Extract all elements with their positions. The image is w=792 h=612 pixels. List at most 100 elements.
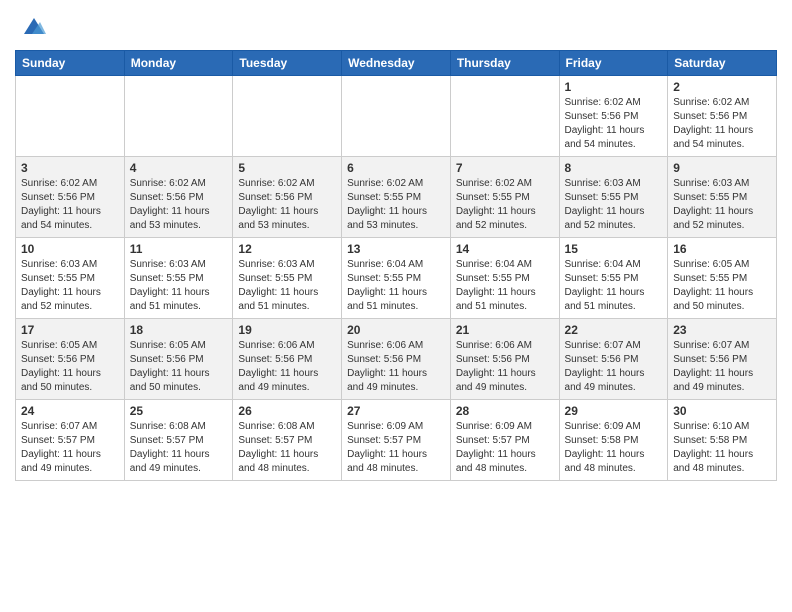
day-info: Sunrise: 6:07 AMSunset: 5:57 PMDaylight:… (21, 420, 119, 476)
day-number: 11 (130, 242, 228, 256)
calendar-cell: 13 Sunrise: 6:04 AMSunset: 5:55 PMDayligh… (342, 238, 451, 319)
day-number: 12 (238, 242, 336, 256)
calendar-cell (233, 76, 342, 157)
logo-icon (18, 14, 46, 42)
day-info: Sunrise: 6:02 AMSunset: 5:55 PMDaylight:… (347, 177, 445, 233)
day-info: Sunrise: 6:02 AMSunset: 5:56 PMDaylight:… (565, 96, 663, 152)
calendar-header-row: SundayMondayTuesdayWednesdayThursdayFrid… (16, 51, 777, 76)
day-info: Sunrise: 6:03 AMSunset: 5:55 PMDaylight:… (565, 177, 663, 233)
calendar-cell (450, 76, 559, 157)
calendar-cell: 22 Sunrise: 6:07 AMSunset: 5:56 PMDayligh… (559, 319, 668, 400)
day-info: Sunrise: 6:10 AMSunset: 5:58 PMDaylight:… (673, 420, 771, 476)
day-info: Sunrise: 6:09 AMSunset: 5:57 PMDaylight:… (456, 420, 554, 476)
day-number: 19 (238, 323, 336, 337)
day-info: Sunrise: 6:02 AMSunset: 5:56 PMDaylight:… (238, 177, 336, 233)
day-info: Sunrise: 6:05 AMSunset: 5:55 PMDaylight:… (673, 258, 771, 314)
day-number: 20 (347, 323, 445, 337)
calendar-cell: 5 Sunrise: 6:02 AMSunset: 5:56 PMDaylight… (233, 157, 342, 238)
day-number: 28 (456, 404, 554, 418)
calendar-cell: 25 Sunrise: 6:08 AMSunset: 5:57 PMDayligh… (124, 400, 233, 481)
day-number: 13 (347, 242, 445, 256)
calendar-cell: 6 Sunrise: 6:02 AMSunset: 5:55 PMDaylight… (342, 157, 451, 238)
day-number: 6 (347, 161, 445, 175)
day-number: 1 (565, 80, 663, 94)
calendar-header-saturday: Saturday (668, 51, 777, 76)
day-number: 22 (565, 323, 663, 337)
calendar-week-row: 1 Sunrise: 6:02 AMSunset: 5:56 PMDaylight… (16, 76, 777, 157)
header (15, 10, 777, 42)
day-number: 23 (673, 323, 771, 337)
day-info: Sunrise: 6:03 AMSunset: 5:55 PMDaylight:… (673, 177, 771, 233)
calendar-cell: 16 Sunrise: 6:05 AMSunset: 5:55 PMDayligh… (668, 238, 777, 319)
day-number: 5 (238, 161, 336, 175)
day-info: Sunrise: 6:04 AMSunset: 5:55 PMDaylight:… (456, 258, 554, 314)
calendar-week-row: 10 Sunrise: 6:03 AMSunset: 5:55 PMDayligh… (16, 238, 777, 319)
day-info: Sunrise: 6:02 AMSunset: 5:56 PMDaylight:… (21, 177, 119, 233)
day-info: Sunrise: 6:09 AMSunset: 5:57 PMDaylight:… (347, 420, 445, 476)
day-number: 14 (456, 242, 554, 256)
day-number: 24 (21, 404, 119, 418)
calendar-cell: 7 Sunrise: 6:02 AMSunset: 5:55 PMDaylight… (450, 157, 559, 238)
calendar-cell: 14 Sunrise: 6:04 AMSunset: 5:55 PMDayligh… (450, 238, 559, 319)
day-info: Sunrise: 6:08 AMSunset: 5:57 PMDaylight:… (130, 420, 228, 476)
calendar-cell: 10 Sunrise: 6:03 AMSunset: 5:55 PMDayligh… (16, 238, 125, 319)
day-number: 3 (21, 161, 119, 175)
day-number: 27 (347, 404, 445, 418)
day-info: Sunrise: 6:03 AMSunset: 5:55 PMDaylight:… (130, 258, 228, 314)
calendar-cell: 26 Sunrise: 6:08 AMSunset: 5:57 PMDayligh… (233, 400, 342, 481)
day-info: Sunrise: 6:09 AMSunset: 5:58 PMDaylight:… (565, 420, 663, 476)
calendar-header-sunday: Sunday (16, 51, 125, 76)
day-info: Sunrise: 6:03 AMSunset: 5:55 PMDaylight:… (238, 258, 336, 314)
day-number: 9 (673, 161, 771, 175)
day-info: Sunrise: 6:06 AMSunset: 5:56 PMDaylight:… (456, 339, 554, 395)
calendar-cell (124, 76, 233, 157)
calendar-cell: 29Sunrise: 6:09 AMSunset: 5:58 PMDayligh… (559, 400, 668, 481)
day-info: Sunrise: 6:06 AMSunset: 5:56 PMDaylight:… (238, 339, 336, 395)
day-info: Sunrise: 6:03 AMSunset: 5:55 PMDaylight:… (21, 258, 119, 314)
calendar-header-thursday: Thursday (450, 51, 559, 76)
calendar-cell: 24 Sunrise: 6:07 AMSunset: 5:57 PMDayligh… (16, 400, 125, 481)
calendar-cell: 1 Sunrise: 6:02 AMSunset: 5:56 PMDaylight… (559, 76, 668, 157)
day-number: 8 (565, 161, 663, 175)
day-number: 17 (21, 323, 119, 337)
day-info: Sunrise: 6:06 AMSunset: 5:56 PMDaylight:… (347, 339, 445, 395)
page: SundayMondayTuesdayWednesdayThursdayFrid… (0, 0, 792, 496)
day-number: 30 (673, 404, 771, 418)
calendar-week-row: 3 Sunrise: 6:02 AMSunset: 5:56 PMDaylight… (16, 157, 777, 238)
calendar: SundayMondayTuesdayWednesdayThursdayFrid… (15, 50, 777, 481)
day-number: 25 (130, 404, 228, 418)
day-info: Sunrise: 6:04 AMSunset: 5:55 PMDaylight:… (347, 258, 445, 314)
calendar-cell: 9 Sunrise: 6:03 AMSunset: 5:55 PMDaylight… (668, 157, 777, 238)
day-info: Sunrise: 6:07 AMSunset: 5:56 PMDaylight:… (565, 339, 663, 395)
calendar-header-monday: Monday (124, 51, 233, 76)
calendar-cell: 28 Sunrise: 6:09 AMSunset: 5:57 PMDayligh… (450, 400, 559, 481)
calendar-week-row: 24 Sunrise: 6:07 AMSunset: 5:57 PMDayligh… (16, 400, 777, 481)
calendar-week-row: 17 Sunrise: 6:05 AMSunset: 5:56 PMDayligh… (16, 319, 777, 400)
calendar-cell: 3 Sunrise: 6:02 AMSunset: 5:56 PMDaylight… (16, 157, 125, 238)
calendar-cell: 27 Sunrise: 6:09 AMSunset: 5:57 PMDayligh… (342, 400, 451, 481)
calendar-cell: 11 Sunrise: 6:03 AMSunset: 5:55 PMDayligh… (124, 238, 233, 319)
day-info: Sunrise: 6:04 AMSunset: 5:55 PMDaylight:… (565, 258, 663, 314)
calendar-cell: 18 Sunrise: 6:05 AMSunset: 5:56 PMDayligh… (124, 319, 233, 400)
calendar-cell: 21Sunrise: 6:06 AMSunset: 5:56 PMDayligh… (450, 319, 559, 400)
day-info: Sunrise: 6:08 AMSunset: 5:57 PMDaylight:… (238, 420, 336, 476)
day-number: 2 (673, 80, 771, 94)
day-info: Sunrise: 6:02 AMSunset: 5:56 PMDaylight:… (130, 177, 228, 233)
calendar-header-friday: Friday (559, 51, 668, 76)
day-info: Sunrise: 6:05 AMSunset: 5:56 PMDaylight:… (130, 339, 228, 395)
calendar-cell: 2 Sunrise: 6:02 AMSunset: 5:56 PMDaylight… (668, 76, 777, 157)
day-number: 26 (238, 404, 336, 418)
day-info: Sunrise: 6:02 AMSunset: 5:55 PMDaylight:… (456, 177, 554, 233)
calendar-cell: 8 Sunrise: 6:03 AMSunset: 5:55 PMDaylight… (559, 157, 668, 238)
calendar-cell: 4 Sunrise: 6:02 AMSunset: 5:56 PMDaylight… (124, 157, 233, 238)
logo (15, 10, 46, 42)
day-number: 18 (130, 323, 228, 337)
day-number: 7 (456, 161, 554, 175)
day-info: Sunrise: 6:02 AMSunset: 5:56 PMDaylight:… (673, 96, 771, 152)
day-info: Sunrise: 6:05 AMSunset: 5:56 PMDaylight:… (21, 339, 119, 395)
day-number: 4 (130, 161, 228, 175)
calendar-cell: 17 Sunrise: 6:05 AMSunset: 5:56 PMDayligh… (16, 319, 125, 400)
day-number: 10 (21, 242, 119, 256)
day-info: Sunrise: 6:07 AMSunset: 5:56 PMDaylight:… (673, 339, 771, 395)
day-number: 16 (673, 242, 771, 256)
